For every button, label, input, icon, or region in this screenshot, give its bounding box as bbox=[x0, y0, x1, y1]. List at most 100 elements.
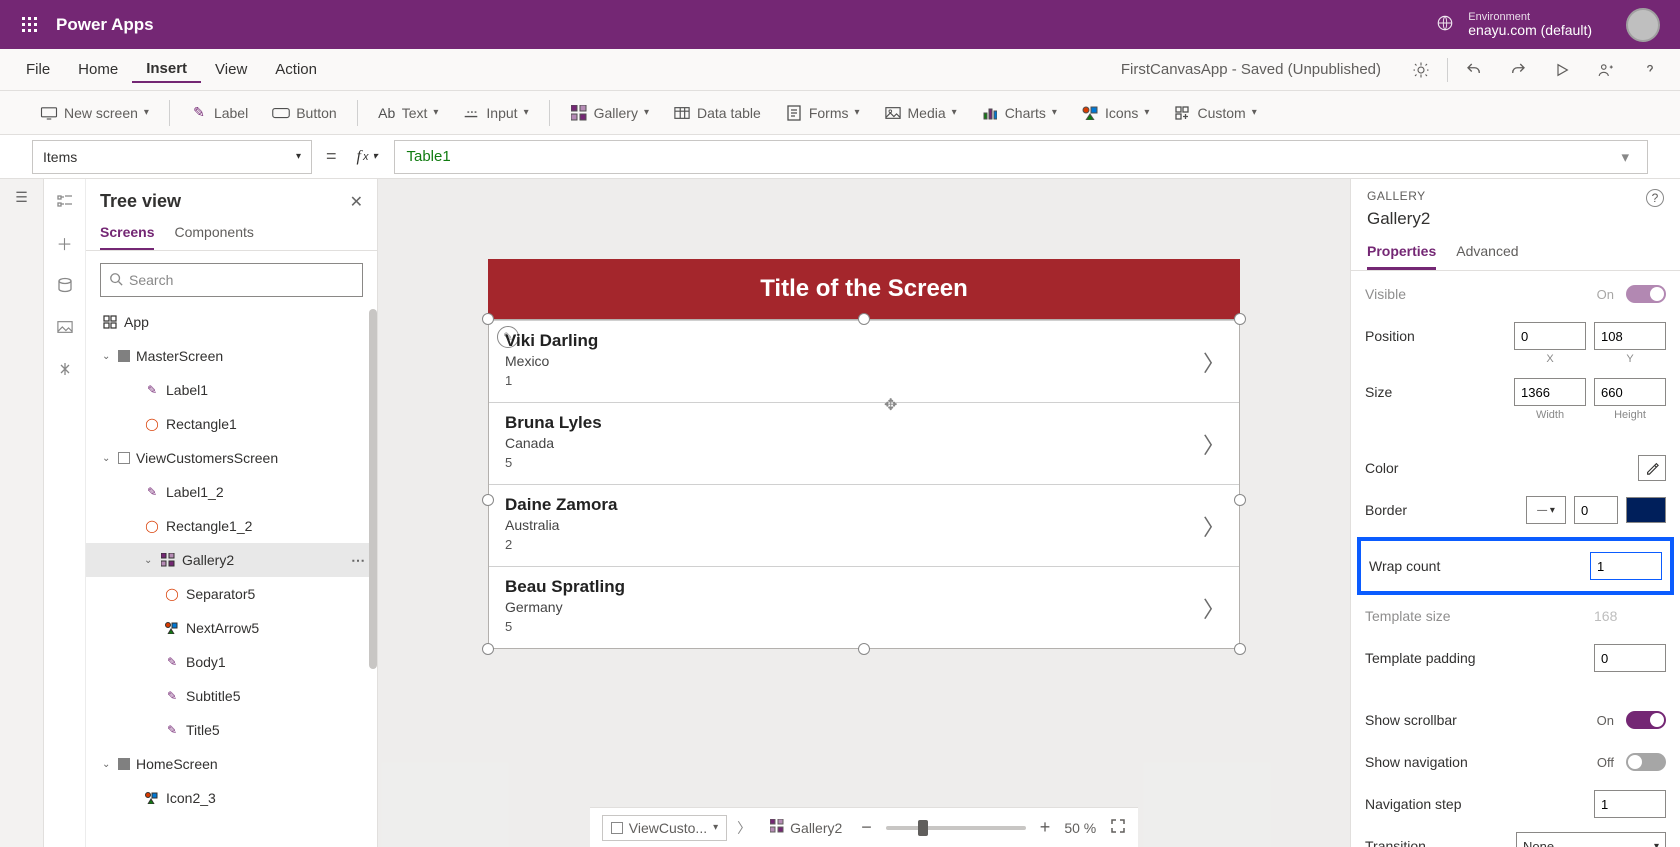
custom-button[interactable]: Custom▾ bbox=[1163, 100, 1266, 126]
tree-node-body1[interactable]: ✎Body1 bbox=[86, 645, 373, 679]
tree-node-viewcustomers[interactable]: ⌄ViewCustomersScreen bbox=[86, 441, 373, 475]
resize-handle[interactable] bbox=[482, 643, 494, 655]
more-icon[interactable]: ⋯ bbox=[351, 552, 365, 569]
app-launcher-icon[interactable] bbox=[10, 5, 50, 45]
chevron-down-icon[interactable]: ⌄ bbox=[102, 759, 112, 770]
zoom-in-icon[interactable]: + bbox=[1040, 817, 1051, 838]
template-padding-input[interactable] bbox=[1594, 644, 1666, 672]
help-icon[interactable] bbox=[1632, 52, 1668, 88]
label-button[interactable]: ✎ Label bbox=[180, 100, 258, 126]
tree-view-icon[interactable] bbox=[56, 187, 74, 215]
formula-expand-icon[interactable]: ▾ bbox=[1615, 148, 1635, 166]
resize-handle[interactable] bbox=[858, 313, 870, 325]
formula-input[interactable]: Table1 ▾ bbox=[394, 140, 1649, 174]
environment-name[interactable]: enayu.com (default) bbox=[1468, 23, 1592, 38]
advanced-tools-icon[interactable] bbox=[58, 355, 72, 383]
gallery-row[interactable]: Daine ZamoraAustralia2〉 bbox=[489, 484, 1239, 566]
tree-node-masterscreen[interactable]: ⌄MasterScreen bbox=[86, 339, 373, 373]
resize-handle[interactable] bbox=[1234, 643, 1246, 655]
data-icon[interactable] bbox=[57, 271, 73, 299]
navigation-toggle[interactable] bbox=[1626, 753, 1666, 771]
fit-to-window-icon[interactable] bbox=[1110, 818, 1126, 837]
share-icon[interactable] bbox=[1588, 52, 1624, 88]
resize-handle[interactable] bbox=[482, 313, 494, 325]
chevron-right-icon[interactable]: 〉 bbox=[1203, 592, 1225, 624]
charts-button[interactable]: Charts▾ bbox=[971, 100, 1067, 126]
undo-icon[interactable] bbox=[1456, 52, 1492, 88]
app-checker-icon[interactable] bbox=[1403, 52, 1439, 88]
property-selector[interactable]: Items ▾ bbox=[32, 140, 312, 174]
wrap-count-input[interactable] bbox=[1590, 552, 1662, 580]
zoom-out-icon[interactable]: − bbox=[861, 817, 872, 838]
resize-handle[interactable] bbox=[858, 643, 870, 655]
transition-select[interactable]: None▾ bbox=[1516, 832, 1666, 847]
tree-node-rectangle12[interactable]: ◯Rectangle1_2 bbox=[86, 509, 373, 543]
tree-node-subtitle5[interactable]: ✎Subtitle5 bbox=[86, 679, 373, 713]
play-icon[interactable] bbox=[1544, 52, 1580, 88]
insert-pane-icon[interactable]: ＋ bbox=[56, 229, 72, 257]
menu-action[interactable]: Action bbox=[261, 57, 331, 82]
menu-file[interactable]: File bbox=[12, 57, 64, 82]
visible-toggle[interactable] bbox=[1626, 285, 1666, 303]
chevron-down-icon[interactable]: ⌄ bbox=[102, 351, 112, 362]
height-input[interactable] bbox=[1594, 378, 1666, 406]
menu-home[interactable]: Home bbox=[64, 57, 132, 82]
chevron-right-icon[interactable]: 〉 bbox=[1203, 428, 1225, 460]
help-icon[interactable]: ? bbox=[1646, 189, 1664, 207]
breadcrumb-screen[interactable]: ViewCusto... ▾ bbox=[602, 815, 727, 841]
border-width-input[interactable] bbox=[1574, 496, 1618, 524]
fx-icon[interactable]: fx▾ bbox=[351, 148, 384, 166]
scrollbar-thumb[interactable] bbox=[369, 309, 377, 669]
gallery-row[interactable]: Bruna LylesCanada5〉 bbox=[489, 402, 1239, 484]
resize-handle[interactable] bbox=[1234, 494, 1246, 506]
menu-view[interactable]: View bbox=[201, 57, 261, 82]
scrollbar-toggle[interactable] bbox=[1626, 711, 1666, 729]
tree-node-label12[interactable]: ✎Label1_2 bbox=[86, 475, 373, 509]
tree-node-label1[interactable]: ✎Label1 bbox=[86, 373, 373, 407]
breadcrumb-control[interactable]: Gallery2 bbox=[761, 814, 851, 841]
border-color-picker[interactable] bbox=[1626, 497, 1666, 523]
forms-button[interactable]: Forms▾ bbox=[775, 100, 870, 126]
chevron-down-icon[interactable]: ⌄ bbox=[102, 453, 112, 464]
zoom-slider[interactable] bbox=[886, 826, 1026, 830]
data-table-button[interactable]: Data table bbox=[663, 100, 771, 126]
button-button[interactable]: Button bbox=[262, 100, 346, 126]
tree-node-icon23[interactable]: Icon2_3 bbox=[86, 781, 373, 815]
color-picker[interactable] bbox=[1638, 455, 1666, 481]
navstep-input[interactable] bbox=[1594, 790, 1666, 818]
chevron-down-icon[interactable]: ⌄ bbox=[144, 555, 154, 566]
gallery-row[interactable]: Beau SpratlingGermany5〉 bbox=[489, 566, 1239, 648]
chevron-right-icon[interactable]: 〉 bbox=[1203, 510, 1225, 542]
tree-node-nextarrow5[interactable]: NextArrow5 bbox=[86, 611, 373, 645]
gallery-row[interactable]: Viki DarlingMexico1〉 bbox=[489, 320, 1239, 402]
position-y-input[interactable] bbox=[1594, 322, 1666, 350]
resize-handle[interactable] bbox=[482, 494, 494, 506]
tab-screens[interactable]: Screens bbox=[100, 224, 154, 250]
tree-node-app[interactable]: App bbox=[86, 305, 373, 339]
chevron-right-icon[interactable]: 〉 bbox=[1203, 346, 1225, 378]
input-button[interactable]: Input▾ bbox=[452, 100, 538, 126]
move-handle-icon[interactable]: ✥ bbox=[884, 395, 897, 415]
redo-icon[interactable] bbox=[1500, 52, 1536, 88]
tree-node-homescreen[interactable]: ⌄HomeScreen bbox=[86, 747, 373, 781]
gallery-button[interactable]: Gallery▾ bbox=[560, 100, 659, 126]
tab-advanced[interactable]: Advanced bbox=[1456, 237, 1518, 270]
text-button[interactable]: AbText▾ bbox=[368, 100, 449, 126]
zoom-thumb[interactable] bbox=[918, 820, 928, 836]
tree-node-separator5[interactable]: ◯Separator5 bbox=[86, 577, 373, 611]
border-style-select[interactable]: — ▾ bbox=[1526, 496, 1566, 524]
gallery-control[interactable]: ✎ Viki DarlingMexico1〉Bruna LylesCanada5… bbox=[488, 319, 1240, 649]
resize-handle[interactable] bbox=[1234, 313, 1246, 325]
tab-properties[interactable]: Properties bbox=[1367, 237, 1436, 270]
tree-search-input[interactable]: Search bbox=[100, 263, 363, 297]
close-icon[interactable]: ✕ bbox=[350, 192, 363, 212]
position-x-input[interactable] bbox=[1514, 322, 1586, 350]
icons-button[interactable]: Icons▾ bbox=[1071, 100, 1160, 126]
hamburger-icon[interactable]: ☰ bbox=[15, 189, 28, 206]
canvas-screen[interactable]: Title of the Screen ✎ Viki DarlingMexico… bbox=[488, 259, 1240, 649]
width-input[interactable] bbox=[1514, 378, 1586, 406]
tree-node-rectangle1[interactable]: ◯Rectangle1 bbox=[86, 407, 373, 441]
tab-components[interactable]: Components bbox=[174, 224, 253, 250]
tree-node-title5[interactable]: ✎Title5 bbox=[86, 713, 373, 747]
media-button[interactable]: Media▾ bbox=[874, 100, 967, 126]
